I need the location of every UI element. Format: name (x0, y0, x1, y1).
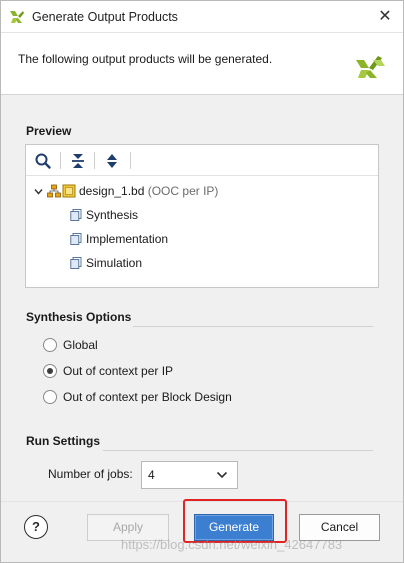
dialog-header: The following output products will be ge… (1, 33, 403, 95)
radio-button-selected[interactable] (43, 364, 57, 378)
tree-root-row[interactable]: design_1.bd (OOC per IP) (34, 181, 364, 201)
help-button[interactable]: ? (24, 515, 48, 539)
generate-button[interactable]: Generate (194, 514, 274, 541)
radio-ooc-per-block-design[interactable]: Out of context per Block Design (43, 388, 263, 406)
toolbar-separator (60, 152, 61, 169)
cancel-button[interactable]: Cancel (299, 514, 380, 541)
chevron-down-icon[interactable] (34, 187, 43, 196)
vivado-logo-icon (10, 11, 24, 23)
footer-divider (1, 501, 403, 502)
tree-item-implementation[interactable]: Implementation (70, 229, 270, 249)
tree-item-simulation[interactable]: Simulation (70, 253, 270, 273)
preview-label: Preview (26, 124, 72, 138)
run-settings-label: Run Settings (26, 434, 100, 448)
design-name: design_1.bd (79, 184, 145, 198)
file-icon (70, 257, 82, 269)
generate-output-products-dialog: Generate Output Products ✕ The following… (0, 0, 404, 563)
section-divider (103, 450, 373, 451)
jobs-label: Number of jobs: (48, 467, 133, 481)
radio-global[interactable]: Global (43, 336, 163, 354)
jobs-value: 4 (148, 468, 155, 482)
tree-item-label: Implementation (86, 232, 169, 246)
synthesis-options-label: Synthesis Options (26, 310, 132, 324)
window-title: Generate Output Products (32, 10, 178, 24)
close-button[interactable]: ✕ (375, 7, 395, 27)
block-design-icon (62, 184, 76, 198)
xilinx-logo-icon (356, 56, 385, 78)
chevron-down-icon (216, 471, 228, 479)
file-icon (70, 209, 82, 221)
radio-button[interactable] (43, 338, 57, 352)
radio-ooc-per-ip[interactable]: Out of context per IP (43, 362, 213, 380)
design-context: (OOC per IP) (144, 184, 219, 198)
file-icon (70, 233, 82, 245)
header-description: The following output products will be ge… (18, 52, 273, 66)
tree-root-label: design_1.bd (OOC per IP) (79, 181, 218, 201)
search-icon[interactable] (33, 151, 53, 171)
section-divider (133, 326, 373, 327)
expand-all-icon[interactable] (102, 151, 122, 171)
preview-toolbar (26, 145, 378, 176)
radio-button[interactable] (43, 390, 57, 404)
radio-label: Global (63, 338, 98, 352)
apply-button[interactable]: Apply (87, 514, 169, 541)
tree-item-label: Simulation (86, 256, 143, 270)
tree-item-synthesis[interactable]: Synthesis (70, 205, 270, 225)
radio-label: Out of context per IP (63, 364, 174, 378)
jobs-select[interactable]: 4 (141, 461, 238, 489)
collapse-all-icon[interactable] (68, 151, 88, 171)
tree-item-label: Synthesis (86, 208, 139, 222)
hierarchy-icon (47, 184, 61, 198)
toolbar-separator (94, 152, 95, 169)
preview-panel: design_1.bd (OOC per IP) Synthesis Imple… (25, 144, 379, 288)
title-bar: Generate Output Products ✕ (1, 1, 403, 33)
toolbar-separator (130, 152, 131, 169)
radio-label: Out of context per Block Design (63, 390, 232, 404)
